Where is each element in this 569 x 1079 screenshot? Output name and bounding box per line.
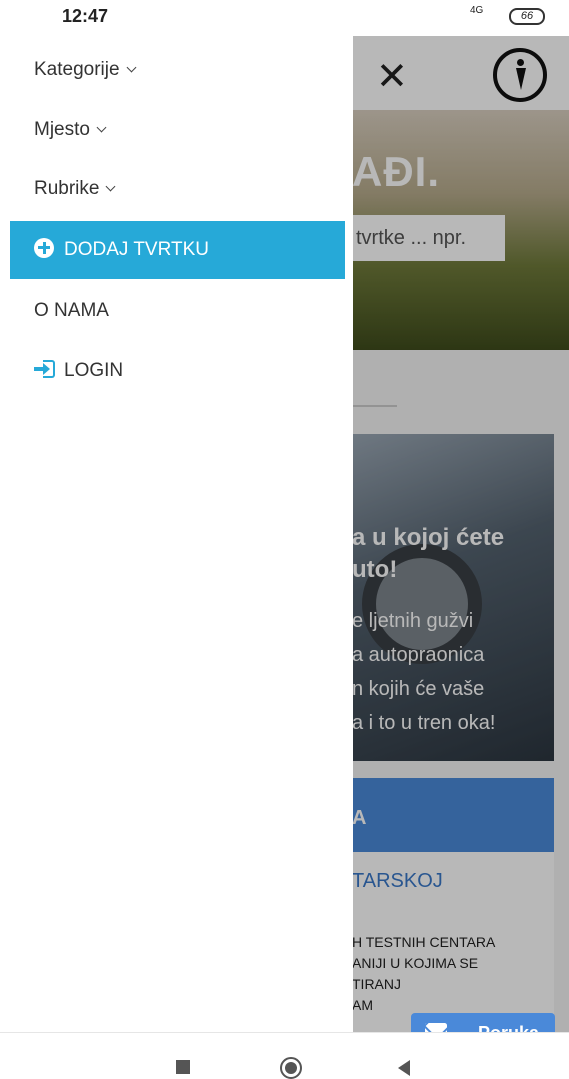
back-icon[interactable] xyxy=(398,1060,410,1076)
drawer-item-dodaj-tvrtku[interactable]: DODAJ TVRTKU xyxy=(10,221,345,279)
drawer-item-label: O NAMA xyxy=(34,300,109,321)
battery-icon: 66 xyxy=(509,8,545,25)
drawer-item-login[interactable]: LOGIN xyxy=(10,342,345,400)
login-icon xyxy=(34,359,58,378)
drawer-item-label: Kategorije xyxy=(34,59,120,80)
network-signal-icon: 4G xyxy=(470,5,484,16)
drawer-item-mjesto[interactable]: Mjesto xyxy=(10,101,345,159)
plus-circle-icon xyxy=(34,237,54,258)
drawer-item-label: Mjesto xyxy=(34,119,90,140)
chevron-down-icon xyxy=(106,181,116,192)
navigation-drawer: Kategorije Mjesto Rubrike DODAJ TVRTKU O… xyxy=(0,36,353,1032)
drawer-item-label: Rubrike xyxy=(34,178,100,199)
drawer-item-kategorije[interactable]: Kategorije xyxy=(10,41,345,99)
system-navigation-bar xyxy=(0,1032,569,1079)
drawer-item-rubrike[interactable]: Rubrike xyxy=(10,160,345,218)
drawer-item-label: DODAJ TVRTKU xyxy=(64,239,209,260)
chevron-down-icon xyxy=(126,62,137,73)
status-bar: 12:47 4G 66 xyxy=(0,0,569,36)
home-icon[interactable] xyxy=(280,1057,302,1079)
recent-apps-icon[interactable] xyxy=(176,1060,190,1074)
drawer-item-o-nama[interactable]: O NAMA xyxy=(10,282,345,340)
status-time: 12:47 xyxy=(62,6,109,26)
drawer-item-label: LOGIN xyxy=(64,360,124,381)
chevron-down-icon xyxy=(96,122,107,133)
